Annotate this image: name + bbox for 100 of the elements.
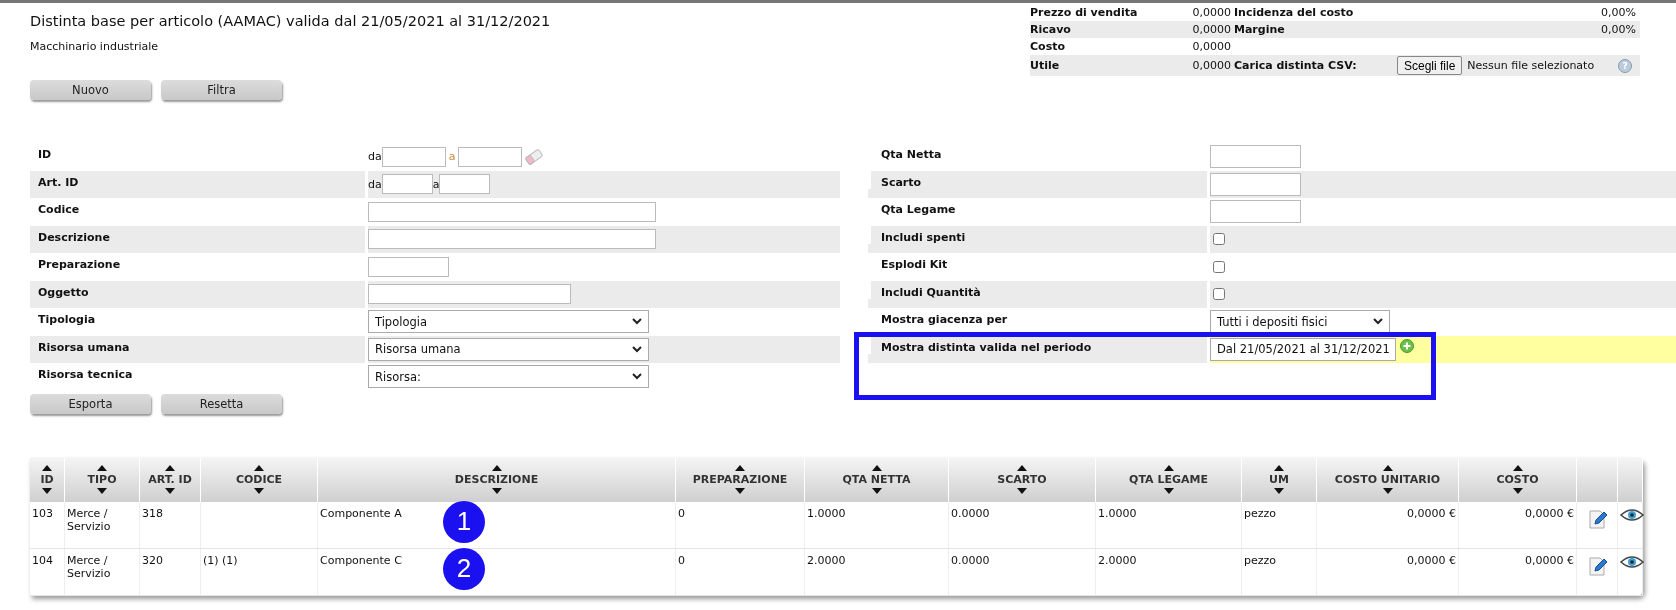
- dropdown[interactable]: Tutti i depositi fisici: [1210, 310, 1390, 334]
- checkbox[interactable]: [1213, 288, 1225, 301]
- dropdown[interactable]: Risorsa umana: [368, 337, 649, 361]
- sort-up-icon[interactable]: [254, 465, 264, 471]
- table-cell: 103: [32, 506, 53, 520]
- sort-down-icon[interactable]: [1382, 488, 1393, 494]
- input-field[interactable]: [1210, 200, 1301, 224]
- input-field[interactable]: [368, 201, 656, 222]
- input-field[interactable]: [368, 256, 449, 277]
- sort-up-icon[interactable]: [735, 465, 745, 471]
- sort-down-icon[interactable]: [97, 488, 107, 494]
- sort-up-icon[interactable]: [42, 465, 52, 471]
- column-header[interactable]: QTA NETTA: [804, 457, 949, 502]
- sort-up-icon[interactable]: [1017, 465, 1027, 471]
- column-header[interactable]: PREPARAZIONE: [675, 457, 805, 502]
- table-cell: 2.0000: [1098, 553, 1137, 567]
- range-label: a: [448, 150, 456, 164]
- sort-up-icon[interactable]: [1512, 465, 1523, 471]
- edit-icon[interactable]: [1587, 507, 1607, 530]
- filter-label: Mostra giacenza per: [868, 308, 1207, 326]
- sort-down-icon[interactable]: [735, 488, 745, 494]
- table-cell: 318: [142, 506, 163, 520]
- header-label: QTA LEGAME: [1129, 473, 1208, 486]
- summary-label: Costo: [1030, 40, 1066, 53]
- sort-down-icon[interactable]: [1512, 488, 1523, 494]
- header-label: COSTO: [1496, 473, 1539, 486]
- filter-label: Preparazione: [37, 257, 122, 271]
- column-header[interactable]: UM: [1241, 457, 1317, 502]
- eye-icon[interactable]: [1620, 507, 1644, 522]
- filter-label: Risorsa umana: [37, 339, 131, 354]
- column-header[interactable]: QTA LEGAME: [1095, 457, 1242, 502]
- table-cell: Componente C: [320, 553, 402, 567]
- table-cell: 0.0000: [951, 506, 990, 520]
- column-header[interactable]: ID: [30, 457, 65, 502]
- sort-up-icon[interactable]: [1274, 465, 1284, 471]
- filter-label: Esplodi Kit: [868, 253, 1207, 271]
- input-field[interactable]: [458, 146, 523, 167]
- table-cell: 320: [142, 553, 163, 567]
- table-cell: 0,0000 €: [1407, 553, 1456, 567]
- checkbox[interactable]: [1213, 260, 1225, 273]
- eye-icon[interactable]: [1620, 554, 1644, 569]
- action-button[interactable]: Filtra: [161, 80, 282, 100]
- sort-down-icon[interactable]: [1274, 488, 1284, 494]
- input-field[interactable]: [381, 174, 433, 195]
- sort-up-icon[interactable]: [1163, 465, 1174, 471]
- table-cell: Merce / Servizio: [67, 506, 111, 533]
- filter-label: Includi spenti: [868, 225, 1207, 244]
- sort-up-icon[interactable]: [871, 465, 882, 471]
- column-header[interactable]: ART. ID: [139, 457, 201, 502]
- table-cell: pezzo: [1244, 506, 1277, 520]
- action-button[interactable]: Nuovo: [30, 80, 151, 100]
- table-cell: 1.0000: [807, 506, 846, 520]
- summary-label: Margine: [1234, 23, 1285, 36]
- sort-up-icon[interactable]: [97, 465, 107, 471]
- page-title: Distinta base per articolo (AAMAC) valida dal 21/05/2021 al 31/12/2021: [30, 13, 552, 29]
- sort-down-icon[interactable]: [42, 488, 52, 494]
- table-cell: 104: [32, 553, 53, 567]
- summary-value: 0,0000: [1191, 6, 1231, 19]
- sort-down-icon[interactable]: [1017, 488, 1027, 494]
- column-header[interactable]: CODICE: [200, 457, 318, 502]
- header-label: TIPO: [87, 473, 117, 486]
- input-field[interactable]: [1210, 172, 1301, 196]
- page-subtitle: Macchinario industriale: [30, 40, 160, 53]
- sort-up-icon[interactable]: [1382, 465, 1393, 471]
- summary-label: Ricavo: [1030, 23, 1072, 36]
- sort-down-icon[interactable]: [165, 488, 175, 494]
- summary-value: 0,0000: [1191, 59, 1231, 72]
- header-label: QTA NETTA: [842, 473, 911, 486]
- checkbox[interactable]: [1213, 233, 1225, 246]
- action-button[interactable]: Esporta: [30, 393, 151, 414]
- dropdown[interactable]: Dal 21/05/2021 al 31/12/2021: [1210, 337, 1396, 361]
- column-header[interactable]: SCARTO: [948, 457, 1096, 502]
- column-header[interactable]: DESCRIZIONE: [317, 457, 676, 502]
- header-label: SCARTO: [997, 473, 1047, 486]
- header-label: COSTO UNITARIO: [1334, 473, 1441, 486]
- input-field[interactable]: [439, 174, 491, 195]
- add-icon[interactable]: [1400, 339, 1414, 354]
- summary-value: 0,00%: [1601, 6, 1636, 19]
- column-header[interactable]: COSTO UNITARIO: [1316, 457, 1459, 502]
- filter-label: Codice: [37, 202, 81, 216]
- dropdown[interactable]: Tipologia: [368, 310, 649, 334]
- table-cell: (1) (1): [203, 553, 238, 567]
- sort-down-icon[interactable]: [491, 488, 502, 494]
- input-field[interactable]: [381, 146, 446, 167]
- sort-up-icon[interactable]: [491, 465, 502, 471]
- sort-up-icon[interactable]: [165, 465, 175, 471]
- input-field[interactable]: [1210, 145, 1301, 169]
- sort-down-icon[interactable]: [871, 488, 882, 494]
- dropdown[interactable]: Risorsa:: [368, 365, 649, 389]
- input-field[interactable]: [368, 229, 656, 250]
- column-header[interactable]: COSTO: [1458, 457, 1577, 502]
- sort-down-icon[interactable]: [1163, 488, 1174, 494]
- column-header[interactable]: TIPO: [64, 457, 140, 502]
- summary-value: 0,00%: [1601, 23, 1636, 36]
- table-cell: 1.0000: [1098, 506, 1137, 520]
- input-field[interactable]: [368, 284, 571, 305]
- action-button[interactable]: Resetta: [161, 393, 282, 414]
- sort-down-icon[interactable]: [254, 488, 264, 494]
- choose-file-button[interactable]: Scegli file: [1397, 56, 1463, 75]
- edit-icon[interactable]: [1587, 554, 1607, 577]
